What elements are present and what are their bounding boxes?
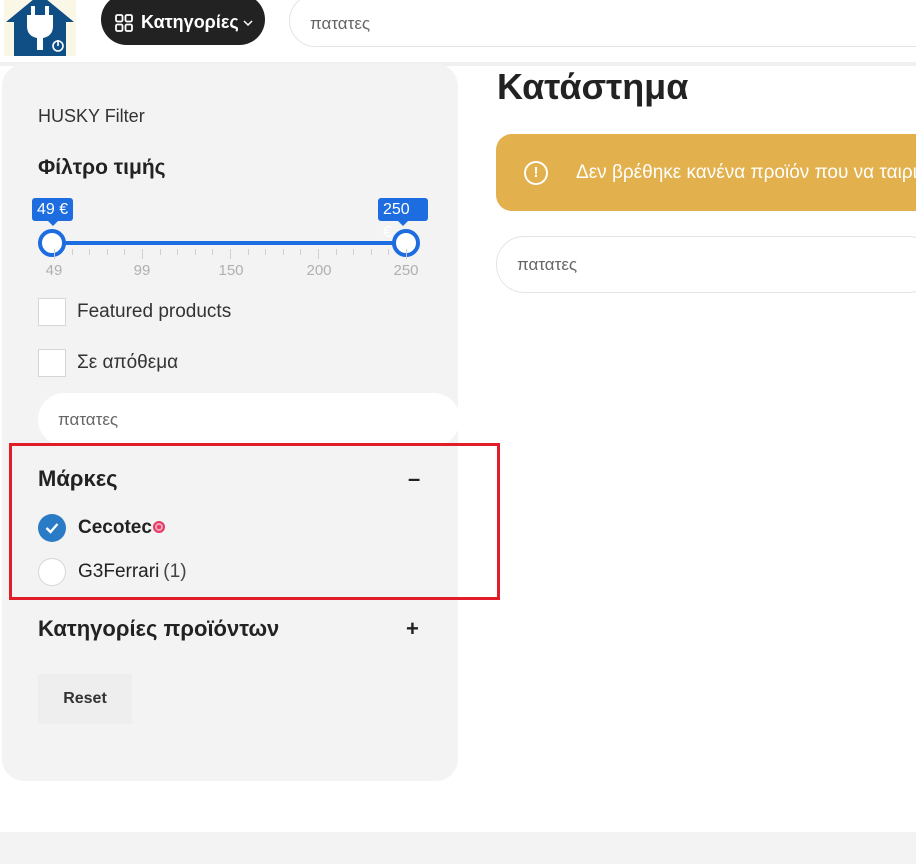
footer-band (0, 832, 916, 864)
featured-products-label: Featured products (77, 301, 232, 322)
slider-tick (177, 249, 179, 255)
price-scale-label: 49 (45, 262, 63, 279)
slider-tick (247, 249, 249, 255)
header-search-input[interactable] (310, 13, 916, 34)
price-scale-label: 150 (218, 262, 244, 279)
no-products-message: Δεν βρέθηκε κανένα προϊόν που να ταιριάζ… (576, 161, 916, 183)
slider-tick (335, 249, 337, 255)
slider-tick (71, 249, 73, 255)
highlight-box (9, 443, 500, 600)
in-stock-checkbox-row[interactable]: Σε απόθεμα (38, 349, 178, 377)
price-slider-track[interactable] (54, 241, 406, 245)
sidebar-search-field[interactable] (38, 393, 460, 446)
filter-sidebar: HUSKY Filter Φίλτρο τιμής 49 € 250 € 49 … (2, 64, 460, 781)
slider-tick (370, 249, 372, 255)
slider-tick (353, 249, 355, 255)
exclamation-circle-icon: ! (524, 160, 548, 185)
slider-tick (194, 249, 196, 255)
in-stock-checkbox[interactable] (38, 349, 66, 377)
house-plug-icon (6, 0, 74, 56)
page-title: Κατάστημα (497, 66, 689, 107)
slider-tick (406, 249, 407, 259)
featured-products-checkbox[interactable] (38, 298, 66, 326)
slider-tick (212, 249, 214, 255)
main-search-field[interactable] (496, 236, 916, 293)
featured-products-checkbox-row[interactable]: Featured products (38, 298, 231, 326)
price-min-tag: 49 € (32, 198, 74, 226)
header-search-field[interactable] (289, 0, 916, 47)
product-categories-title: Κατηγορίες προϊόντων (38, 616, 280, 641)
slider-tick (106, 249, 108, 255)
slider-tick (142, 249, 143, 259)
filter-sidebar-title: HUSKY Filter (38, 106, 145, 126)
slider-tick (230, 249, 231, 259)
slider-tick (282, 249, 284, 255)
slider-tick (124, 249, 126, 255)
slider-tick (388, 249, 390, 255)
price-scale-label: 250 (393, 262, 419, 279)
price-slider-ticks (54, 249, 407, 259)
slider-tick (300, 249, 302, 255)
reset-button[interactable]: Reset (38, 674, 132, 724)
price-range-slider[interactable]: 49 € 250 € 49 99 150 200 250 (32, 198, 428, 288)
price-filter-title: Φίλτρο τιμής (38, 156, 166, 179)
in-stock-label: Σε απόθεμα (77, 352, 179, 373)
categories-menu-label: Κατηγορίες (141, 12, 239, 32)
sidebar-search-input[interactable] (58, 409, 460, 430)
categories-menu-button[interactable]: Κατηγορίες (101, 0, 265, 45)
site-header: Κατηγορίες (0, 0, 916, 62)
main-search-input[interactable] (517, 254, 916, 275)
no-products-notice: ! Δεν βρέθηκε κανένα προϊόν που να ταιρι… (496, 134, 916, 211)
slider-tick (54, 249, 55, 259)
grid-icon (115, 13, 133, 32)
site-logo[interactable] (4, 0, 76, 56)
price-scale-label: 99 (133, 262, 151, 279)
price-max-tag: 250 € (378, 198, 428, 241)
chevron-down-icon (243, 16, 253, 30)
slider-tick (318, 249, 319, 259)
slider-tick (159, 249, 161, 255)
slider-tick (265, 249, 267, 255)
price-scale-label: 200 (306, 262, 332, 279)
slider-tick (89, 249, 91, 255)
product-categories-expand-toggle[interactable]: + (406, 616, 419, 642)
